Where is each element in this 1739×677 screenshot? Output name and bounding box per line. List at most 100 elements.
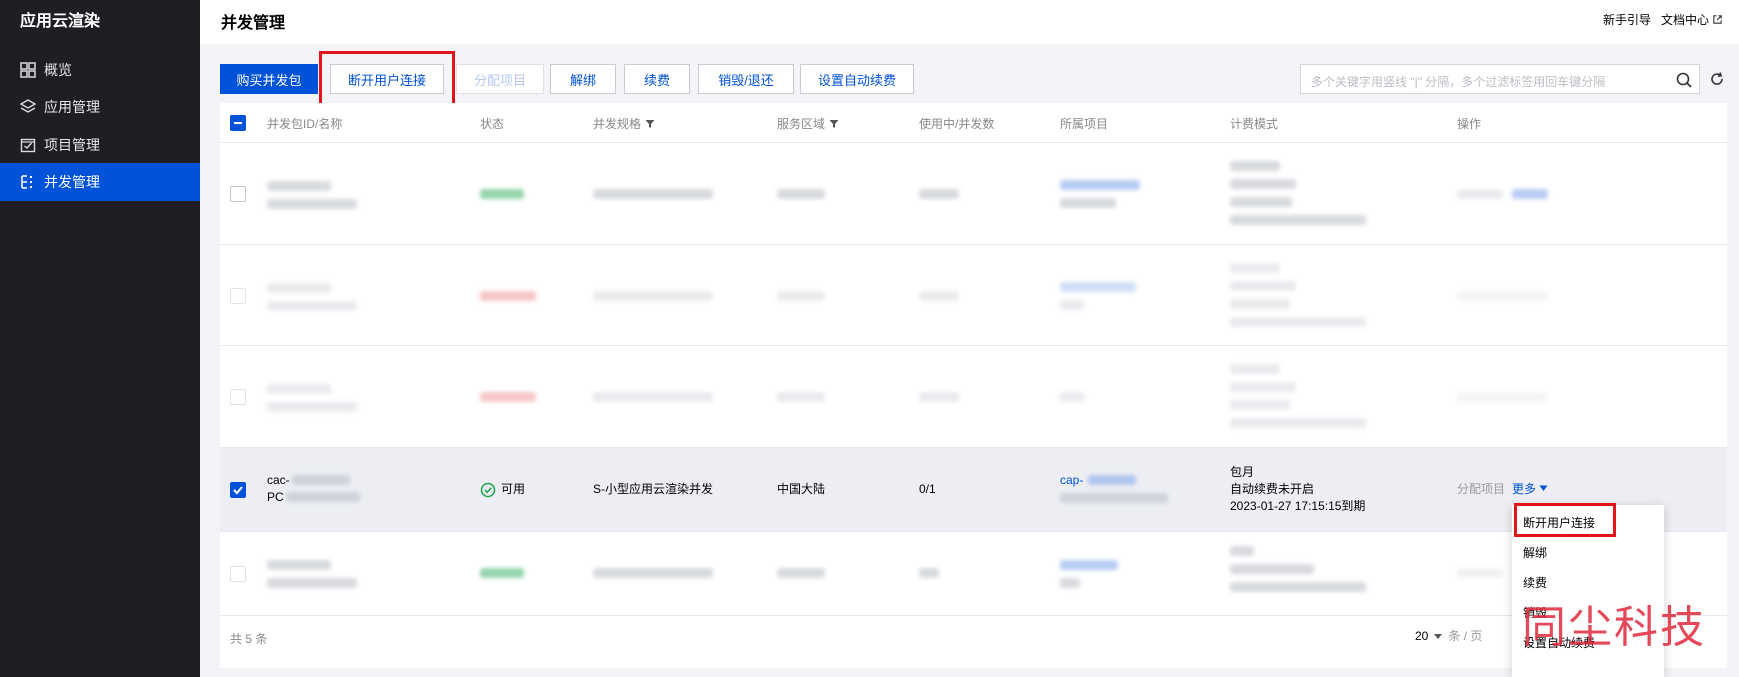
region-text: 中国大陆 <box>777 482 826 496</box>
blurred-text <box>267 283 331 293</box>
blurred-text <box>1230 263 1280 273</box>
blurred-text <box>267 199 357 209</box>
filter-icon[interactable] <box>645 119 655 129</box>
blurred-text <box>1230 546 1254 556</box>
table-row[interactable] <box>220 532 1727 616</box>
row-checkbox[interactable] <box>230 482 246 498</box>
sidebar-item-concurrency[interactable]: 并发管理 <box>0 163 200 201</box>
project-icon <box>20 137 36 153</box>
menu-item-renew[interactable]: 续费 <box>1523 574 1547 591</box>
spec-text: S-小型应用云渲染并发 <box>593 482 714 496</box>
blurred-text <box>777 568 825 578</box>
blurred-text <box>1060 578 1080 588</box>
select-all-checkbox[interactable] <box>230 115 246 131</box>
guide-link[interactable]: 新手引导 <box>1603 11 1651 28</box>
col-project: 所属项目 <box>1060 117 1109 131</box>
search-icon[interactable] <box>1675 71 1693 89</box>
highlight-box <box>319 51 455 108</box>
total-count: 共 5 条 <box>230 632 268 646</box>
package-id-text: cac- <box>267 473 290 487</box>
blurred-text <box>1060 300 1084 310</box>
table-header: 并发包ID/名称 状态 并发规格 服务区域 使用中/并发数 所属项目 计费模式 … <box>220 103 1727 143</box>
blurred-text <box>267 578 357 588</box>
blurred-text <box>593 568 713 578</box>
table-row[interactable] <box>220 346 1727 448</box>
assign-project-button[interactable]: 分配项目 <box>456 64 544 94</box>
page-header: 并发管理 新手引导 文档中心 <box>200 0 1739 44</box>
row-checkbox[interactable] <box>230 288 246 304</box>
blurred-text <box>777 392 825 402</box>
blurred-text <box>593 392 713 402</box>
unbind-button[interactable]: 解绑 <box>550 64 616 94</box>
sidebar: 应用云渲染 概览 应用管理 项目管理 并发管理 <box>0 0 200 677</box>
sidebar-item-label: 并发管理 <box>44 174 100 190</box>
table-row[interactable] <box>220 245 1727 346</box>
brand-title: 应用云渲染 <box>20 13 101 30</box>
package-name-text: PC <box>267 490 284 504</box>
blurred-link <box>1088 475 1136 485</box>
col-usage: 使用中/并发数 <box>919 117 995 131</box>
blurred-link <box>1512 189 1548 199</box>
col-status: 状态 <box>480 117 505 131</box>
blurred-text <box>267 384 331 394</box>
header-links: 新手引导 文档中心 <box>1603 11 1723 28</box>
page-size-select[interactable]: 20 条 / 页 <box>1415 627 1482 644</box>
sidebar-item-projects[interactable]: 项目管理 <box>0 126 200 164</box>
blurred-status <box>480 291 536 301</box>
blurred-text <box>1457 392 1547 402</box>
renew-button[interactable]: 续费 <box>624 64 690 94</box>
auto-renew-button[interactable]: 设置自动续费 <box>800 64 914 94</box>
search-placeholder: 多个关键字用竖线 "|" 分隔，多个过滤标签用回车键分隔 <box>1311 75 1606 89</box>
more-actions-dropdown[interactable]: 更多 <box>1512 481 1548 498</box>
blurred-text <box>1230 418 1366 428</box>
search-input[interactable]: 多个关键字用竖线 "|" 分隔，多个过滤标签用回车键分隔 <box>1300 64 1700 94</box>
billing-expiry: 2023-01-27 17:15:15到期 <box>1230 499 1366 513</box>
blurred-text <box>919 392 959 402</box>
sidebar-item-apps[interactable]: 应用管理 <box>0 88 200 126</box>
docs-link[interactable]: 文档中心 <box>1661 11 1723 28</box>
blurred-status <box>480 189 524 199</box>
row-checkbox[interactable] <box>230 566 246 582</box>
menu-item-unbind[interactable]: 解绑 <box>1523 544 1547 561</box>
concurrency-table: 并发包ID/名称 状态 并发规格 服务区域 使用中/并发数 所属项目 计费模式 … <box>220 103 1727 668</box>
blurred-link <box>1060 560 1118 570</box>
package-id: cac- <box>267 472 290 489</box>
table-row-selected[interactable]: cac- PC 可用 S-小型应用云渲染并发 中国大陆 0/1 cap- 包月 … <box>220 448 1727 532</box>
buy-package-button[interactable]: 购买并发包 <box>220 64 318 94</box>
blurred-status <box>480 392 536 402</box>
more-label: 更多 <box>1512 482 1537 496</box>
col-region[interactable]: 服务区域 <box>777 115 839 132</box>
page-unit: 条 / 页 <box>1448 629 1483 643</box>
filter-icon[interactable] <box>829 119 839 129</box>
blurred-text <box>267 402 357 412</box>
blurred-text <box>1230 215 1366 225</box>
col-actions: 操作 <box>1457 117 1482 131</box>
blurred-text <box>593 291 713 301</box>
destroy-refund-button[interactable]: 销毁/退还 <box>698 64 794 94</box>
blurred-text <box>1230 179 1296 189</box>
table-row[interactable] <box>220 143 1727 245</box>
sidebar-item-overview[interactable]: 概览 <box>0 51 200 89</box>
billing-auto-renew: 自动续费未开启 <box>1230 482 1315 496</box>
row-checkbox[interactable] <box>230 389 246 405</box>
assign-project-action[interactable]: 分配项目 <box>1457 481 1505 498</box>
blurred-text <box>1230 299 1290 309</box>
page-size-value: 20 <box>1415 628 1429 643</box>
blurred-text <box>1060 392 1084 402</box>
blurred-text <box>777 189 825 199</box>
layers-icon <box>20 99 36 115</box>
col-spec[interactable]: 并发规格 <box>593 115 655 132</box>
blurred-text <box>1230 382 1296 392</box>
blurred-text <box>1230 364 1280 374</box>
usage-text: 0/1 <box>919 482 936 496</box>
caret-down-icon <box>1434 633 1443 639</box>
blurred-text <box>1230 197 1292 207</box>
package-name: PC <box>267 489 284 506</box>
blurred-link <box>1060 282 1136 292</box>
blurred-text <box>1457 291 1547 301</box>
row-checkbox[interactable] <box>230 186 246 202</box>
status-text: 可用 <box>501 482 526 496</box>
refresh-icon[interactable] <box>1708 70 1726 88</box>
project-link[interactable]: cap- <box>1060 472 1083 489</box>
list-icon <box>20 174 36 190</box>
